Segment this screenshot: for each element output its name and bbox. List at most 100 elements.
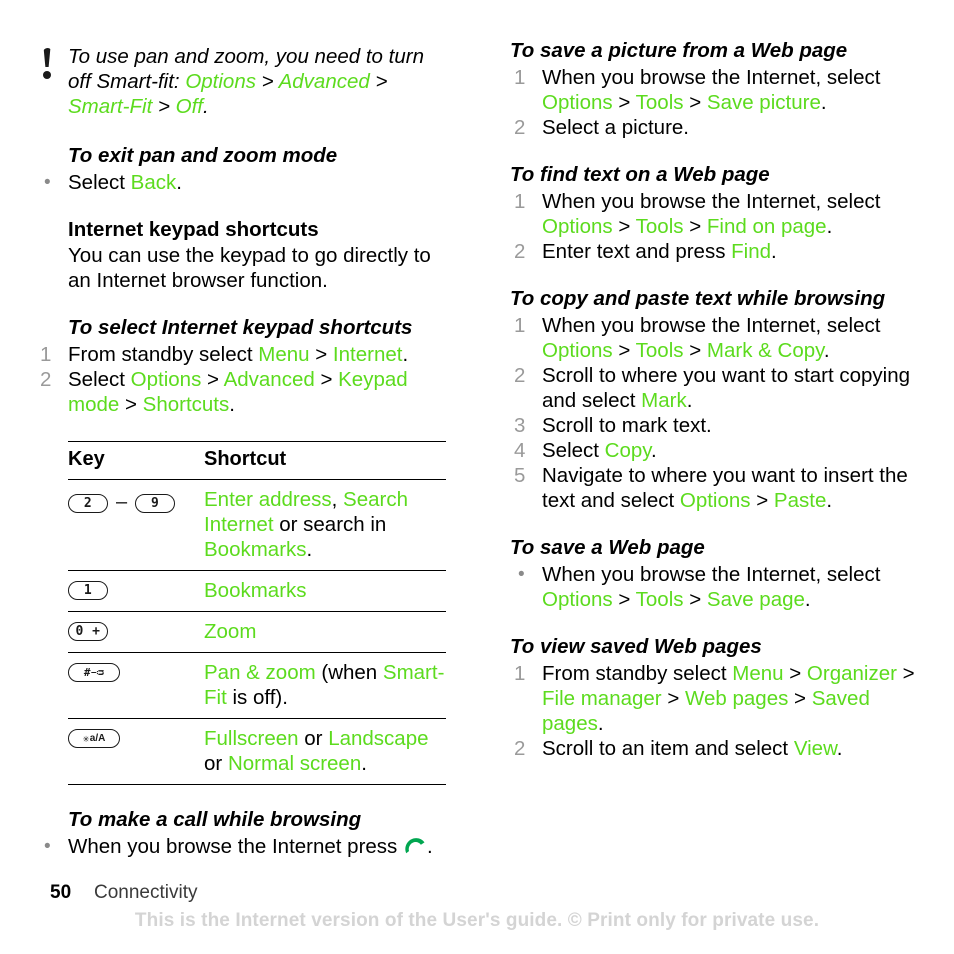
- list-item: 1 When you browse the Internet, select O…: [514, 190, 881, 238]
- step-number: 1: [514, 314, 526, 337]
- link-paste[interactable]: Paste: [774, 489, 826, 512]
- page-section-name: Connectivity: [94, 882, 198, 903]
- link-tools[interactable]: Tools: [636, 339, 684, 362]
- link-menu[interactable]: Menu: [258, 343, 309, 366]
- table-cell-shortcut: Enter address, Search Internet or search…: [204, 479, 446, 571]
- table-cell-key: 0 +: [68, 611, 204, 653]
- link-smart-fit[interactable]: Smart-Fit: [68, 95, 152, 118]
- step-number: 1: [40, 343, 52, 366]
- step-number: 2: [514, 240, 526, 263]
- table-cell-key: ✳ a/A: [68, 718, 204, 785]
- link-tools[interactable]: Tools: [636, 215, 684, 238]
- link-mark-and-copy[interactable]: Mark & Copy: [707, 339, 824, 362]
- table-cell-key: 2 – 9: [68, 479, 204, 571]
- link-fullscreen[interactable]: Fullscreen: [204, 727, 299, 750]
- step-number: 1: [514, 662, 526, 685]
- link-advanced[interactable]: Advanced: [279, 70, 370, 93]
- list-item: 2 Enter text and press Find.: [510, 239, 920, 264]
- step-suffix: .: [820, 91, 827, 114]
- link-pan-and-zoom[interactable]: Pan & zoom: [204, 661, 316, 684]
- step-prefix: When you browse the Internet press: [68, 835, 404, 858]
- step-number: 2: [514, 364, 526, 387]
- section-save-page: To save a Web page When you browse the I…: [510, 535, 920, 612]
- heading-keypad-shortcuts: Internet keypad shortcuts: [68, 218, 319, 241]
- link-back[interactable]: Back: [131, 171, 177, 194]
- list-item: 1 From standby select Menu > Organizer >…: [514, 662, 915, 735]
- link-find-on-page[interactable]: Find on page: [707, 215, 827, 238]
- section-exit-pan-zoom: To exit pan and zoom mode: [36, 143, 450, 168]
- heading-view-saved: To view saved Web pages: [510, 635, 762, 658]
- step-suffix: .: [823, 339, 830, 362]
- link-options[interactable]: Options: [185, 70, 256, 93]
- section-view-saved: To view saved Web pages 1 From standby s…: [510, 634, 920, 761]
- link-tools[interactable]: Tools: [636, 588, 684, 611]
- link-bookmarks[interactable]: Bookmarks: [204, 579, 307, 602]
- step-prefix: Scroll to an item and select: [542, 737, 794, 760]
- link-file-manager[interactable]: File manager: [542, 687, 662, 710]
- text-sep: (when: [315, 661, 383, 684]
- link-options[interactable]: Options: [131, 368, 202, 391]
- list-save-picture: 1 When you browse the Internet, select O…: [510, 65, 920, 140]
- call-handset-icon: [403, 836, 427, 856]
- step-suffix: .: [651, 439, 657, 462]
- heading-exit-pan-zoom: To exit pan and zoom mode: [68, 144, 338, 167]
- right-column: To save a picture from a Web page 1 When…: [480, 0, 954, 880]
- step-number: 5: [514, 464, 526, 487]
- link-advanced[interactable]: Advanced: [224, 368, 315, 391]
- link-internet[interactable]: Internet: [333, 343, 403, 366]
- link-tools[interactable]: Tools: [636, 91, 684, 114]
- link-organizer[interactable]: Organizer: [807, 662, 897, 685]
- link-find[interactable]: Find: [731, 240, 771, 263]
- link-options[interactable]: Options: [542, 91, 613, 114]
- link-normal-screen[interactable]: Normal screen: [228, 752, 361, 775]
- link-enter-address[interactable]: Enter address: [204, 488, 332, 511]
- link-menu[interactable]: Menu: [732, 662, 783, 685]
- step-suffix: .: [686, 389, 693, 412]
- exclamation-mark-icon: [36, 44, 58, 79]
- link-options[interactable]: Options: [680, 489, 751, 512]
- key-1-icon: 1: [68, 581, 108, 600]
- step-prefix: Select: [68, 368, 131, 391]
- list-item: Select Back.: [36, 170, 450, 195]
- link-options[interactable]: Options: [542, 339, 613, 362]
- step-number: 2: [514, 116, 526, 139]
- key-star-case-icon: ✳ a/A: [68, 729, 120, 748]
- step-prefix: Select: [542, 439, 605, 462]
- list-item: 2 Scroll to an item and select View.: [510, 736, 920, 761]
- link-mark[interactable]: Mark: [641, 389, 687, 412]
- link-off[interactable]: Off: [176, 95, 203, 118]
- link-save-page[interactable]: Save page: [707, 588, 805, 611]
- link-save-picture[interactable]: Save picture: [707, 91, 821, 114]
- manual-page: To use pan and zoom, you need to turn of…: [0, 0, 954, 954]
- link-options[interactable]: Options: [542, 215, 613, 238]
- footer-page-info: 50 Connectivity: [50, 882, 198, 904]
- table-cell-shortcut: Zoom: [204, 611, 446, 653]
- link-bookmarks[interactable]: Bookmarks: [204, 538, 307, 561]
- list-item: 2 Select Options > Advanced > Keypad mod…: [40, 368, 408, 416]
- key-hash-silent-icon: # –ᴞ: [68, 663, 120, 682]
- tip-line1: To use pan and zoom, you need to turn: [68, 45, 424, 68]
- heading-find-text: To find text on a Web page: [510, 163, 770, 186]
- key-2-icon: 2: [68, 494, 108, 513]
- step-suffix: .: [826, 215, 833, 238]
- key-shortcut-table: Key Shortcut 2 – 9 Enter address, Search…: [68, 441, 446, 785]
- link-landscape[interactable]: Landscape: [328, 727, 428, 750]
- link-zoom[interactable]: Zoom: [204, 620, 256, 643]
- section-keypad-shortcuts: Internet keypad shortcuts You can use th…: [36, 217, 450, 293]
- step-suffix: .: [176, 171, 182, 194]
- link-options[interactable]: Options: [542, 588, 613, 611]
- list-make-call: When you browse the Internet press .: [36, 834, 450, 859]
- key-range-separator: –: [116, 491, 128, 513]
- step-prefix: Scroll to mark text.: [542, 414, 712, 437]
- step-suffix: .: [804, 588, 811, 611]
- link-copy[interactable]: Copy: [605, 439, 651, 462]
- link-view[interactable]: View: [794, 737, 837, 760]
- page-columns: To use pan and zoom, you need to turn of…: [0, 0, 954, 880]
- link-shortcuts[interactable]: Shortcuts: [143, 393, 230, 416]
- list-item: 3 Scroll to mark text.: [510, 413, 920, 438]
- step-suffix: .: [229, 393, 235, 416]
- list-exit-pan-zoom: Select Back.: [36, 170, 450, 195]
- text-keypad-shortcuts: You can use the keypad to go directly to…: [68, 244, 431, 292]
- link-web-pages[interactable]: Web pages: [685, 687, 788, 710]
- table-row: 1 Bookmarks: [68, 570, 446, 612]
